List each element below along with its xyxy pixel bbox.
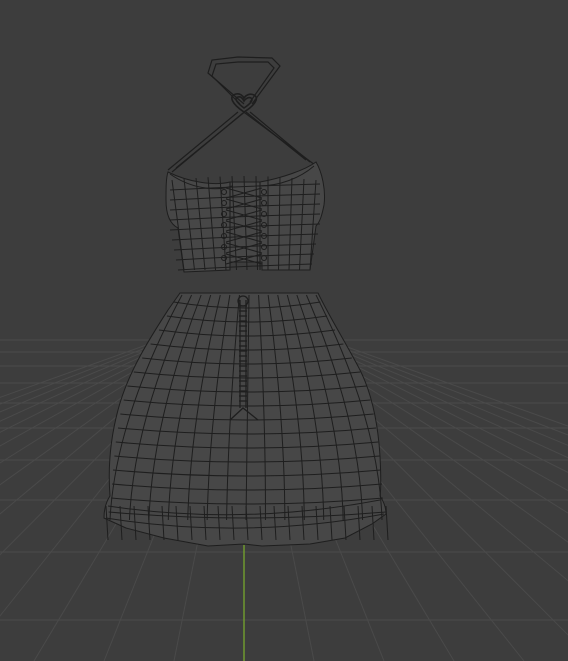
3d-viewport[interactable]: [0, 0, 568, 661]
viewport-canvas[interactable]: [0, 0, 568, 661]
hem-wire: [385, 505, 389, 541]
halter-strap-mesh[interactable]: [167, 56, 316, 173]
crop-top-mesh[interactable]: [165, 161, 325, 273]
